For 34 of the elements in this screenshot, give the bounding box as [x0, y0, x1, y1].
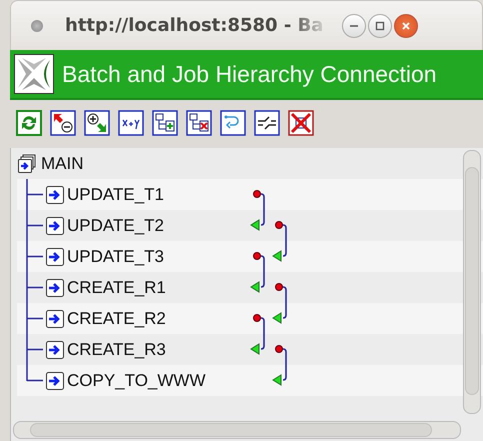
job-icon — [45, 340, 65, 360]
maximize-icon — [375, 20, 385, 30]
header-title: Batch and Job Hierarchy Connection — [62, 60, 437, 88]
job-icon — [45, 246, 65, 266]
stack-icon — [17, 154, 37, 174]
job-icon — [45, 184, 65, 204]
disconnect-icon[interactable] — [288, 110, 314, 136]
tree-item[interactable]: CREATE_R1 — [67, 278, 166, 298]
job-icon — [45, 370, 65, 390]
horizontal-scrollbar[interactable] — [13, 421, 461, 439]
tree-item[interactable]: UPDATE_T3 — [67, 246, 164, 266]
job-icon — [45, 216, 65, 236]
maximize-button[interactable] — [368, 14, 392, 38]
close-icon — [401, 20, 411, 30]
close-button[interactable] — [394, 14, 418, 38]
tree-item[interactable]: MAIN — [41, 154, 84, 174]
tree-item[interactable]: UPDATE_T1 — [67, 184, 164, 204]
logo-icon — [14, 54, 54, 94]
tree-item[interactable]: CREATE_R3 — [67, 340, 166, 360]
switch-icon[interactable] — [254, 110, 280, 136]
window-title: http://localhost:8580 - Ba — [65, 15, 324, 36]
vertical-scrollbar[interactable] — [463, 150, 481, 414]
refresh-icon[interactable] — [16, 110, 42, 136]
job-icon — [45, 308, 65, 328]
add-icon[interactable] — [84, 110, 110, 136]
delete-node-icon[interactable] — [186, 110, 212, 136]
add-node-icon[interactable] — [152, 110, 178, 136]
xy-icon[interactable] — [118, 110, 144, 136]
job-icon — [45, 278, 65, 298]
remove-icon[interactable] — [50, 110, 76, 136]
tree-item[interactable]: UPDATE_T2 — [67, 216, 164, 236]
tree-item[interactable]: CREATE_R2 — [67, 308, 166, 328]
tree-item[interactable]: COPY_TO_WWW — [67, 370, 206, 390]
link-icon[interactable] — [220, 110, 246, 136]
